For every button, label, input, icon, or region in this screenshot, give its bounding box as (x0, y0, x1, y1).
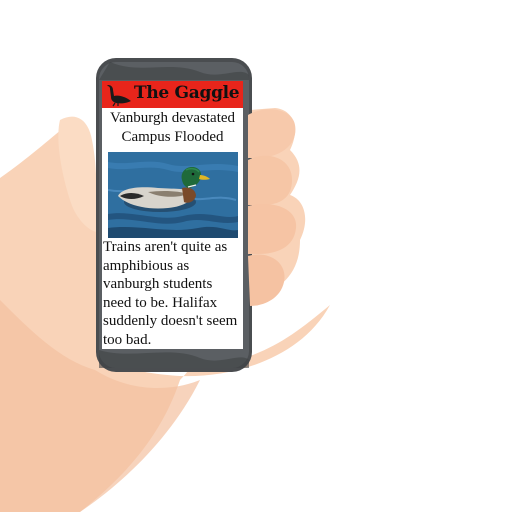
article-body[interactable]: Trains aren't quite as amphibious as van… (103, 238, 243, 349)
mallard-duck-photo[interactable] (108, 152, 238, 238)
headline-line-2: Campus Flooded (121, 129, 224, 145)
article-headline[interactable]: Vanburgh devastated Campus Flooded (102, 109, 243, 147)
hand-holding-phone-illustration: The Gaggle Vanburgh devastated Campus Fl… (0, 0, 512, 512)
goose-silhouette-icon (107, 85, 131, 107)
app-title[interactable]: The Gaggle (134, 83, 240, 103)
phone-screen: The Gaggle Vanburgh devastated Campus Fl… (102, 81, 243, 349)
hand-and-phone-art (0, 58, 330, 512)
headline-line-1: Vanburgh devastated (109, 110, 236, 126)
masthead: The Gaggle (102, 81, 243, 108)
